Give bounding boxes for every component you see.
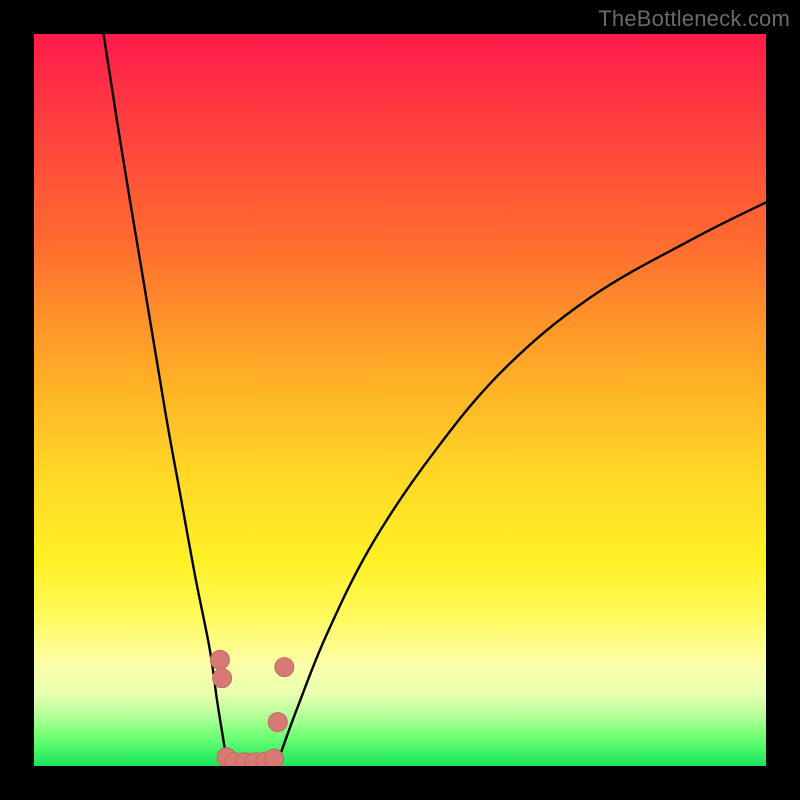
chart-frame: TheBottleneck.com: [0, 0, 800, 800]
watermark-text: TheBottleneck.com: [598, 6, 790, 32]
curve-layer: [34, 34, 766, 766]
data-marker: [268, 713, 287, 732]
data-marker: [210, 650, 229, 669]
plot-area: [34, 34, 766, 766]
data-marker: [265, 749, 284, 766]
data-marker: [213, 669, 232, 688]
data-marker: [275, 658, 294, 677]
curve-left: [104, 34, 227, 760]
curve-right: [281, 202, 766, 751]
